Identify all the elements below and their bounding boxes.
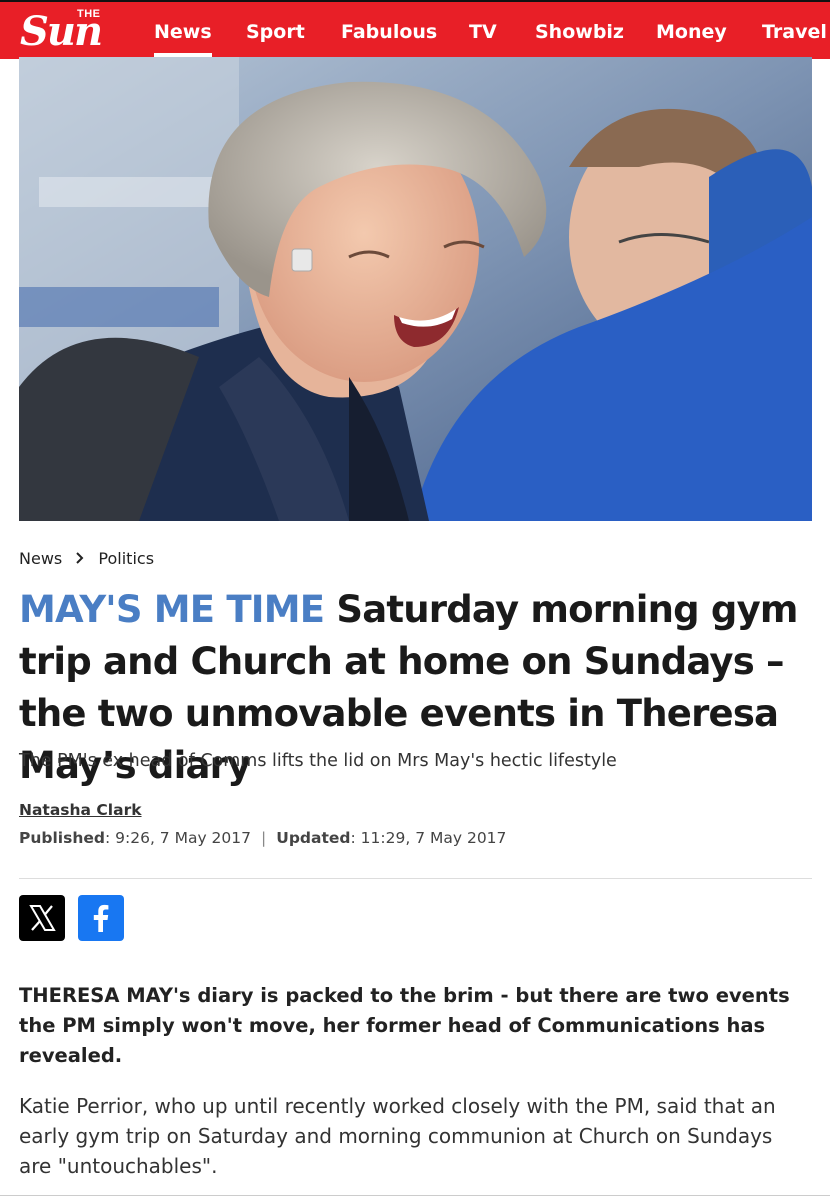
article-dates: Published: 9:26, 7 May 2017 | Updated: 11:… — [19, 829, 507, 847]
facebook-icon — [78, 895, 124, 941]
logo-sun: Sun — [20, 8, 103, 55]
updated-label: Updated — [276, 829, 351, 847]
nav-news[interactable]: News — [154, 21, 212, 57]
published-date: 9:26, 7 May 2017 — [115, 829, 252, 847]
x-logo-icon — [19, 895, 65, 941]
article-lead: THERESA MAY's diary is packed to the bri… — [19, 984, 790, 1067]
divider — [19, 878, 812, 879]
nav-fabulous[interactable]: Fabulous — [341, 21, 437, 43]
author-link[interactable]: Natasha Clark — [19, 801, 142, 819]
nav-tv[interactable]: TV — [469, 21, 497, 43]
hero-photo-illustration — [19, 57, 812, 521]
nav-travel[interactable]: Travel — [762, 21, 827, 43]
the-sun-logo[interactable]: THE Sun — [20, 8, 132, 52]
published-label: Published — [19, 829, 105, 847]
breadcrumb-news[interactable]: News — [19, 549, 62, 568]
share-facebook-button[interactable] — [78, 895, 124, 941]
hero-image[interactable] — [19, 57, 812, 521]
share-x-button[interactable] — [19, 895, 65, 941]
article-body-paragraph: Katie Perrior, who up until recently wor… — [19, 1094, 776, 1178]
top-navigation-bar: THE Sun News Sport Fabulous TV Showbiz M… — [0, 0, 830, 59]
headline-kicker: MAY'S ME TIME — [19, 588, 325, 631]
nav-money[interactable]: Money — [656, 21, 727, 43]
breadcrumb-politics[interactable]: Politics — [98, 549, 154, 568]
date-separator: | — [261, 829, 267, 847]
bottom-divider — [0, 1195, 830, 1196]
breadcrumb: News Politics — [19, 549, 154, 568]
chevron-right-icon — [75, 549, 90, 568]
updated-date: 11:29, 7 May 2017 — [360, 829, 507, 847]
nav-sport[interactable]: Sport — [246, 21, 305, 43]
article-standfirst: The PM's ex head of Comms lifts the lid … — [19, 751, 617, 771]
nav-showbiz[interactable]: Showbiz — [535, 21, 624, 43]
